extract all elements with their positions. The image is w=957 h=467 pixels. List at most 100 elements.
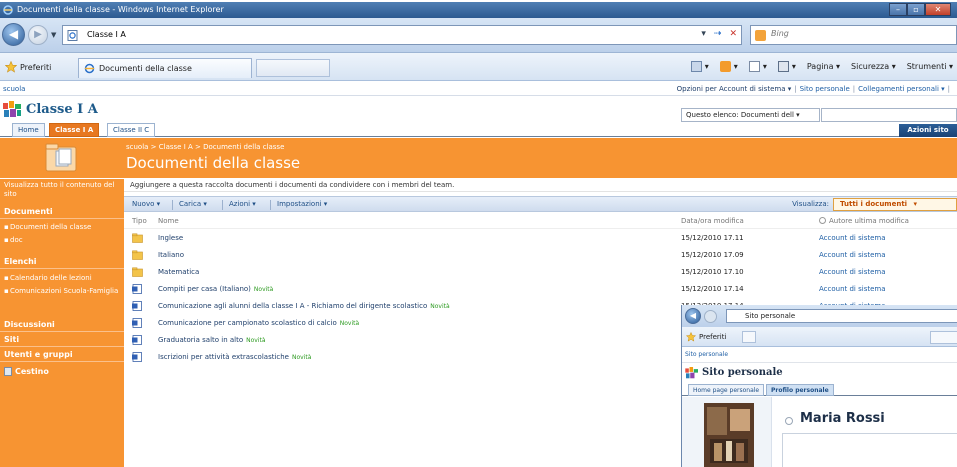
favorites-button[interactable]: Preferiti — [5, 61, 51, 73]
popup-back-button[interactable]: ◀ — [685, 308, 701, 324]
document-library-icon — [45, 143, 77, 172]
word-document-icon[interactable] — [132, 284, 143, 294]
row-name[interactable]: Matematica — [158, 268, 199, 276]
popup-site-link[interactable]: Sito personale — [685, 351, 728, 358]
feeds-button[interactable]: ▾ — [719, 61, 738, 72]
nav-head-discussioni[interactable]: Discussioni — [0, 318, 124, 332]
popup-site-title[interactable]: Sito personale — [702, 367, 783, 378]
refresh-icon[interactable]: ⇢ — [714, 29, 722, 39]
new-tab-button[interactable] — [256, 59, 330, 77]
folder-icon[interactable] — [132, 267, 143, 277]
row-name[interactable]: Italiano — [158, 251, 184, 259]
sito-personale-link[interactable]: Sito personale — [800, 85, 850, 93]
column-autore[interactable]: Autore ultima modifica — [819, 217, 909, 225]
column-data[interactable]: Data/ora modifica — [681, 217, 744, 225]
recent-pages-dropdown-icon[interactable]: ▼ — [51, 31, 56, 39]
mail-button[interactable]: ▾ — [748, 61, 767, 72]
nav-item-doc[interactable]: doc — [4, 236, 122, 245]
actions-menu[interactable]: Azioni ▾ — [229, 200, 256, 208]
upload-menu[interactable]: Carica ▾ — [179, 200, 207, 208]
security-menu[interactable]: Sicurezza ▾ — [851, 62, 896, 71]
tools-menu[interactable]: Strumenti ▾ — [907, 62, 953, 71]
personal-links: Opzioni per Account di sistema ▾ | Sito pe… — [677, 85, 953, 93]
recycle-bin-label: Cestino — [15, 367, 49, 376]
nav-item-calendario[interactable]: Calendario delle lezioni — [4, 274, 122, 283]
tab-classe-ii-c[interactable]: Classe II C — [107, 123, 156, 137]
nav-head-utenti[interactable]: Utenti e gruppi — [0, 348, 124, 362]
favorites-star-icon — [5, 61, 17, 73]
popup-address-bar[interactable]: Sito personale — [726, 309, 957, 323]
row-name[interactable]: Graduatoria salto in alto Novità — [158, 336, 266, 344]
nav-head-elenchi[interactable]: Elenchi — [0, 255, 124, 269]
row-name[interactable]: Comunicazione per campionato scolastico … — [158, 319, 359, 327]
search-box[interactable] — [750, 25, 957, 45]
table-row[interactable]: Italiano 15/12/2010 17.09 Account di siste… — [124, 247, 957, 264]
table-row[interactable]: Inglese 15/12/2010 17.11 Account di sistem… — [124, 230, 957, 247]
tab-home-page-personale[interactable]: Home page personale — [688, 384, 765, 396]
print-button[interactable]: ▾ — [777, 61, 796, 72]
popup-new-tab-button[interactable] — [930, 331, 957, 344]
nav-item-documenti-classe[interactable]: Documenti della classe — [4, 223, 122, 232]
table-row[interactable]: Compiti per casa (Italiano) Novità 15/12/2… — [124, 281, 957, 298]
view-select[interactable]: Tutti i documenti ▾ — [833, 198, 957, 211]
row-modified-by[interactable]: Account di sistema — [819, 251, 886, 259]
nav-head-documenti[interactable]: Documenti — [0, 205, 124, 219]
popup-favorites-label: Preferiti — [699, 333, 727, 341]
column-tipo[interactable]: Tipo — [132, 217, 147, 225]
address-text[interactable]: Classe I A — [87, 30, 126, 39]
minimize-button[interactable]: – — [889, 3, 907, 16]
settings-menu[interactable]: Impostazioni ▾ — [277, 200, 327, 208]
row-name-text: Inglese — [158, 234, 184, 242]
new-menu[interactable]: Nuovo ▾ — [132, 200, 160, 208]
view-value: Tutti i documenti — [840, 200, 908, 208]
maximize-button[interactable]: ▫ — [907, 3, 925, 16]
breadcrumb[interactable]: scuola > Classe I A > Documenti della cl… — [126, 143, 284, 151]
forward-button[interactable]: ▶ — [28, 25, 48, 45]
table-row[interactable]: Matematica 15/12/2010 17.10 Account di sis… — [124, 264, 957, 281]
nav-head-siti[interactable]: Siti — [0, 333, 124, 347]
popup-tab[interactable] — [742, 331, 756, 343]
popup-favorites-button[interactable]: Preferiti — [686, 332, 726, 342]
close-window-button[interactable]: ✕ — [925, 3, 951, 16]
popup-forward-button[interactable] — [704, 310, 717, 323]
profile-name: Maria Rossi — [800, 411, 885, 426]
folder-icon[interactable] — [132, 233, 143, 243]
row-modified-by[interactable]: Account di sistema — [819, 285, 886, 293]
back-button[interactable]: ◀ — [2, 23, 25, 46]
column-nome[interactable]: Nome — [158, 217, 179, 225]
row-name[interactable]: Inglese — [158, 234, 183, 242]
new-badge: Novità — [246, 337, 266, 344]
word-document-icon[interactable] — [132, 318, 143, 328]
stop-icon[interactable]: ✕ — [729, 29, 737, 39]
row-name[interactable]: Compiti per casa (Italiano) Novità — [158, 285, 273, 293]
address-dropdown-icon[interactable]: ▾ — [701, 29, 706, 39]
collegamenti-menu[interactable]: Collegamenti personali ▾ — [858, 85, 945, 93]
row-modified-by[interactable]: Account di sistema — [819, 234, 886, 242]
row-modified-by[interactable]: Account di sistema — [819, 268, 886, 276]
tab-classe-i-a[interactable]: Classe I A — [49, 123, 100, 137]
site-search-input[interactable] — [821, 108, 957, 122]
search-scope-select[interactable]: Questo elenco: Documenti dell ▾ — [681, 108, 820, 122]
tab-profilo-personale[interactable]: Profilo personale — [766, 384, 834, 396]
nav-item-comunicazioni[interactable]: Comunicazioni Scuola-Famiglia — [4, 287, 122, 296]
folder-icon[interactable] — [132, 250, 143, 260]
row-name[interactable]: Comunicazione agli alunni della classe I… — [158, 302, 450, 310]
home-button[interactable]: ▾ — [690, 61, 709, 72]
page-menu[interactable]: Pagina ▾ — [807, 62, 840, 71]
word-document-icon[interactable] — [132, 335, 143, 345]
site-actions-button[interactable]: Azioni sito — [899, 124, 957, 137]
recycle-bin-link[interactable]: Cestino — [4, 367, 49, 376]
address-bar[interactable]: Classe I A ▾ ⇢ ✕ — [62, 25, 742, 45]
tab-documenti[interactable]: Documenti della classe — [78, 58, 252, 78]
row-name[interactable]: Iscrizioni per attività extrascolastiche… — [158, 353, 311, 361]
site-link-scuola[interactable]: scuola — [3, 85, 25, 93]
word-document-icon[interactable] — [132, 352, 143, 362]
view-all-content-link[interactable]: Visualizza tutto il contenuto del sito — [4, 181, 120, 199]
site-title[interactable]: Classe I A — [26, 102, 98, 117]
word-document-icon[interactable] — [132, 301, 143, 311]
new-badge: Novità — [430, 303, 450, 310]
popup-address-text[interactable]: Sito personale — [745, 312, 795, 320]
search-input[interactable] — [771, 29, 951, 38]
tab-home[interactable]: Home — [12, 123, 45, 137]
account-menu[interactable]: Opzioni per Account di sistema ▾ — [677, 85, 792, 93]
